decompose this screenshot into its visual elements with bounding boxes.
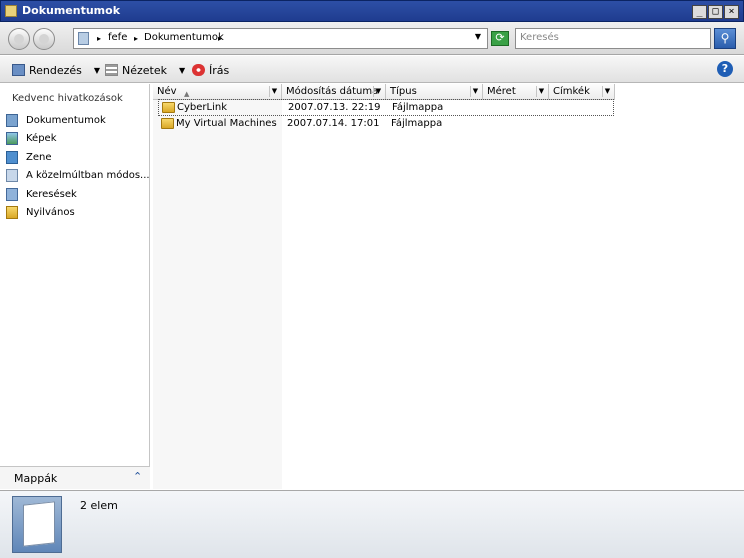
chevron-down-icon[interactable]: ▼ — [373, 86, 383, 97]
column-header-type[interactable]: Típus ▼ — [386, 84, 483, 100]
views-icon — [105, 64, 118, 76]
file-type: Fájlmappa — [391, 118, 443, 129]
folders-label: Mappák — [14, 472, 58, 485]
chevron-down-icon[interactable]: ▼ — [475, 32, 481, 41]
sorted-column-highlight — [153, 100, 282, 489]
column-header-label: Címkék — [553, 86, 590, 97]
maximize-button[interactable]: □ — [708, 5, 723, 19]
search-icon[interactable]: ⚲ — [714, 28, 736, 49]
public-folder-icon — [6, 205, 18, 219]
nav-item-documents[interactable]: Dokumentumok — [6, 112, 106, 128]
file-modified: 2007.07.13. 22:19 — [288, 102, 381, 113]
search-input[interactable]: Keresés — [515, 28, 711, 49]
organize-icon — [12, 64, 25, 76]
burn-button[interactable]: Írás — [192, 62, 229, 78]
column-header-label: Módosítás dátuma — [286, 86, 379, 97]
column-header-label: Méret — [487, 86, 516, 97]
nav-item-searches[interactable]: Keresések — [6, 186, 77, 202]
breadcrumb-dokumentumok[interactable]: Dokumentumok — [144, 32, 224, 43]
nav-item-label: A közelmúltban módos... — [26, 169, 150, 181]
navigation-pane: Kedvenc hivatkozások Dokumentumok Képek … — [0, 84, 150, 489]
nav-item-label: Képek — [26, 132, 57, 144]
back-button[interactable] — [8, 28, 30, 50]
details-pane: 2 elem — [0, 490, 744, 558]
chevron-right-icon[interactable]: ▸ — [218, 34, 222, 43]
address-field[interactable]: ▸ fefe ▸ Dokumentumok ▸ ▼ — [73, 28, 488, 49]
chevron-up-icon[interactable]: ⌃ — [133, 470, 142, 483]
recent-icon — [6, 168, 18, 182]
list-item[interactable]: My Virtual Machines 2007.07.14. 17:01 Fá… — [158, 116, 614, 133]
minimize-button[interactable]: _ — [692, 5, 707, 19]
command-bar: Rendezés ▼ Nézetek ▼ Írás ? — [0, 56, 744, 83]
file-name: CyberLink — [177, 102, 227, 113]
column-header-row: Név ▲ ▼ Módosítás dátuma ▼ Típus ▼ Méret… — [153, 84, 615, 100]
favorite-links-heading: Kedvenc hivatkozások — [12, 93, 123, 104]
folder-icon — [162, 102, 175, 113]
item-count: 2 elem — [80, 499, 118, 512]
column-header-size[interactable]: Méret ▼ — [483, 84, 549, 100]
file-list: Név ▲ ▼ Módosítás dátuma ▼ Típus ▼ Méret… — [153, 84, 744, 489]
column-header-label: Név — [157, 86, 177, 97]
refresh-button[interactable]: ⟳ — [491, 31, 509, 46]
help-icon[interactable]: ? — [717, 61, 733, 77]
file-name: My Virtual Machines — [176, 118, 277, 129]
nav-item-label: Dokumentumok — [26, 114, 106, 126]
documents-icon — [6, 113, 18, 127]
organize-label: Rendezés — [29, 63, 82, 77]
folder-icon — [161, 118, 174, 129]
column-header-name[interactable]: Név ▲ ▼ — [153, 84, 282, 100]
nav-item-music[interactable]: Zene — [6, 149, 52, 165]
nav-item-pictures[interactable]: Képek — [6, 130, 57, 146]
chevron-right-icon[interactable]: ▸ — [134, 34, 138, 43]
burn-label: Írás — [209, 63, 230, 77]
burn-disc-icon — [192, 64, 205, 76]
address-bar-area: ▸ fefe ▸ Dokumentumok ▸ ▼ ⟳ Keresés ⚲ — [0, 22, 744, 55]
close-button[interactable]: × — [724, 5, 739, 19]
column-header-tags[interactable]: Címkék ▼ — [549, 84, 615, 100]
nav-item-public[interactable]: Nyilvános — [6, 204, 75, 220]
breadcrumb-fefe[interactable]: fefe — [108, 32, 127, 43]
file-type: Fájlmappa — [392, 102, 444, 113]
chevron-down-icon[interactable]: ▼ — [470, 86, 480, 97]
folder-icon — [5, 5, 17, 17]
documents-folder-icon — [12, 496, 62, 553]
folders-toggle-bar[interactable]: Mappák ⌃ — [0, 466, 150, 489]
chevron-down-icon[interactable]: ▼ — [536, 86, 546, 97]
chevron-down-icon: ▼ — [179, 65, 186, 75]
searches-icon — [6, 187, 18, 201]
forward-button[interactable] — [33, 28, 55, 50]
music-icon — [6, 150, 18, 164]
pictures-icon — [6, 131, 18, 145]
chevron-down-icon: ▼ — [93, 65, 101, 75]
title-bar[interactable]: Dokumentumok _ □ × — [0, 0, 744, 22]
list-item[interactable]: CyberLink 2007.07.13. 22:19 Fájlmappa — [158, 99, 614, 116]
chevron-down-icon[interactable]: ▼ — [602, 86, 612, 97]
column-header-label: Típus — [390, 86, 417, 97]
chevron-down-icon[interactable]: ▼ — [269, 86, 279, 97]
nav-item-label: Keresések — [26, 188, 77, 200]
nav-item-recent[interactable]: A közelmúltban módos... — [6, 167, 150, 183]
folder-icon — [78, 32, 89, 45]
file-modified: 2007.07.14. 17:01 — [287, 118, 380, 129]
nav-item-label: Nyilvános — [26, 206, 75, 218]
views-label: Nézetek — [122, 63, 167, 77]
nav-item-label: Zene — [26, 151, 52, 163]
chevron-right-icon[interactable]: ▸ — [97, 34, 101, 43]
organize-button[interactable]: Rendezés ▼ — [12, 62, 100, 78]
window-title: Dokumentumok — [22, 4, 121, 17]
views-button[interactable]: Nézetek ▼ — [105, 62, 185, 78]
column-header-modified[interactable]: Módosítás dátuma ▼ — [282, 84, 386, 100]
